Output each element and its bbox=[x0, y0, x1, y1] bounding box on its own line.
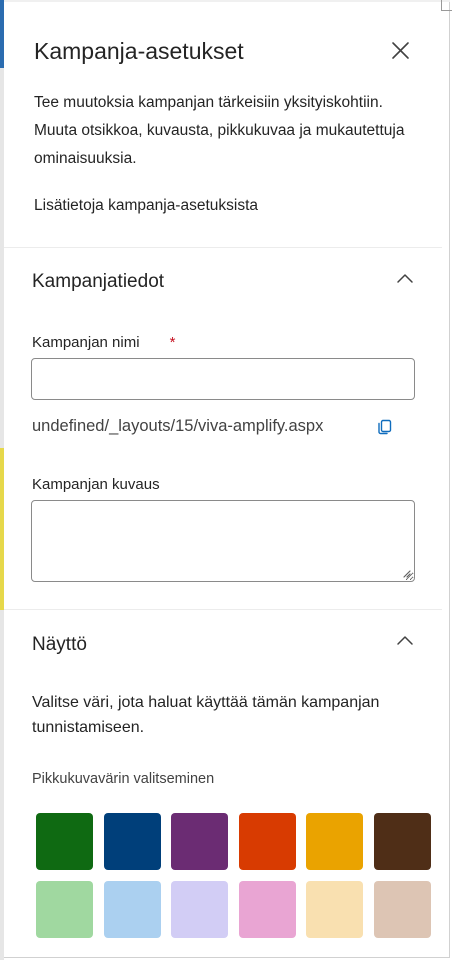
panel-title: Kampanja-asetukset bbox=[34, 38, 244, 64]
details-section-title: Kampanjatiedot bbox=[32, 271, 165, 292]
display-section-title: Näyttö bbox=[32, 634, 87, 655]
color-swatch[interactable] bbox=[238, 881, 296, 938]
thumbnail-color-label: Pikkukuvavärin valitseminen bbox=[32, 771, 215, 787]
display-description: Valitse väri, jota haluat käyttää tämän … bbox=[32, 694, 380, 736]
chevron-up-icon bbox=[397, 636, 413, 645]
learn-more-link[interactable]: Lisätietoja kampanja-asetuksista bbox=[34, 197, 258, 215]
chevron-up-icon bbox=[397, 274, 413, 283]
color-swatch[interactable] bbox=[171, 881, 228, 938]
color-swatch[interactable] bbox=[306, 813, 363, 870]
display-collapse-button[interactable] bbox=[394, 630, 416, 652]
resize-grip-icon[interactable] bbox=[401, 568, 411, 578]
campaign-name-input[interactable] bbox=[31, 358, 415, 400]
color-swatch[interactable] bbox=[373, 813, 431, 870]
details-collapse-button[interactable] bbox=[394, 268, 416, 290]
color-swatch[interactable] bbox=[36, 813, 93, 870]
color-swatch[interactable] bbox=[103, 881, 161, 938]
window-corner bbox=[441, 0, 452, 11]
section-divider bbox=[4, 609, 442, 610]
campaign-description-input[interactable] bbox=[31, 500, 415, 582]
color-swatch[interactable] bbox=[36, 881, 93, 938]
color-swatch[interactable] bbox=[103, 813, 161, 870]
panel-intro: Tee muutoksia kampanjan tärkeisiin yksit… bbox=[34, 94, 405, 167]
color-swatch[interactable] bbox=[306, 881, 363, 938]
close-icon bbox=[392, 42, 409, 59]
campaign-description-label: Kampanjan kuvaus bbox=[32, 476, 160, 493]
color-swatch[interactable] bbox=[238, 813, 296, 870]
required-marker: * bbox=[169, 334, 176, 351]
campaign-url: undefined/_layouts/15/viva-amplify.aspx bbox=[32, 417, 324, 435]
campaign-name-label: Kampanjan nimi * bbox=[32, 334, 175, 351]
color-swatch[interactable] bbox=[373, 881, 431, 938]
copy-icon bbox=[378, 419, 392, 435]
copy-url-button[interactable] bbox=[376, 418, 394, 436]
section-divider bbox=[4, 247, 442, 248]
panel-top-edge bbox=[4, 0, 450, 2]
campaign-name-label-text: Kampanjan nimi bbox=[32, 334, 140, 351]
close-button[interactable] bbox=[388, 38, 414, 64]
color-swatch[interactable] bbox=[171, 813, 228, 870]
